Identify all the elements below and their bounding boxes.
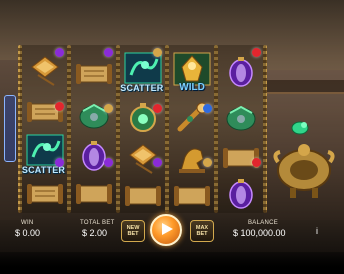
max-bet-button[interactable]: MAX BET xyxy=(190,220,214,242)
symbol-gold-scroll xyxy=(69,173,118,215)
gem-blue-icon xyxy=(203,104,212,113)
symbol-jade-turtle xyxy=(217,97,266,139)
play-icon xyxy=(162,223,173,235)
wild-label: WILD xyxy=(179,82,205,93)
new-bet-button[interactable]: NEW BET xyxy=(121,220,145,242)
symbol-gold-scroll xyxy=(168,175,217,217)
gem-gold-icon xyxy=(104,104,113,113)
symbol-purple-lantern xyxy=(217,173,266,215)
symbol-jade-amulet xyxy=(118,97,167,139)
gem-purple-icon xyxy=(55,158,64,167)
gem-gold-icon xyxy=(153,48,162,57)
win-value: $ 0.00 xyxy=(15,228,41,238)
game-stage: SCATTER SCATTER WILD WIN $ 0.00 TOTAL BE… xyxy=(0,0,344,274)
reel-area: SCATTER SCATTER WILD xyxy=(20,45,266,213)
gem-red-icon xyxy=(252,158,261,167)
gem-purple-icon xyxy=(153,158,162,167)
symbol-purple-lantern xyxy=(69,135,118,177)
golden-incense-burner xyxy=(272,130,336,200)
symbol-gold-scroll xyxy=(20,173,69,215)
gem-red-icon xyxy=(55,102,64,111)
total-bet-value: $ 2.00 xyxy=(82,228,108,238)
symbol-jade-turtle xyxy=(69,95,118,137)
symbol-wild-jade-idol: WILD xyxy=(168,47,217,95)
reel-1: SCATTER xyxy=(20,45,70,215)
win-label: WIN xyxy=(21,220,34,226)
gem-gold-icon xyxy=(203,158,212,167)
gem-red-icon xyxy=(252,48,261,57)
left-panel-ornament xyxy=(4,95,16,162)
total-bet-label: TOTAL BET xyxy=(80,220,115,226)
gem-purple-icon xyxy=(104,158,113,167)
gem-red-icon xyxy=(153,104,162,113)
spin-button[interactable] xyxy=(150,214,182,246)
reel-2 xyxy=(69,45,119,215)
scatter-label: SCATTER xyxy=(120,83,164,93)
balance-value: $ 100,000.00 xyxy=(233,228,286,238)
symbol-gold-scroll xyxy=(118,175,167,217)
reel-3: SCATTER xyxy=(118,45,168,213)
bottom-black-strip xyxy=(0,252,344,274)
gem-purple-icon xyxy=(104,48,113,57)
info-button[interactable]: i xyxy=(312,226,322,238)
gem-purple-icon xyxy=(55,48,64,57)
balance-label: BALANCE xyxy=(248,220,279,226)
new-bet-line2: BET xyxy=(127,231,139,237)
symbol-scatter-jade-dragon: SCATTER xyxy=(20,129,69,177)
symbol-purple-lantern xyxy=(217,51,266,93)
max-bet-line2: BET xyxy=(196,231,208,237)
symbol-gold-scroll xyxy=(20,91,69,133)
reel-5 xyxy=(216,45,266,215)
symbol-golden-ruyi xyxy=(168,97,217,139)
jade-bird-ornament xyxy=(290,118,310,136)
symbol-gold-scroll xyxy=(69,53,118,95)
reel-4: WILD xyxy=(167,45,217,213)
